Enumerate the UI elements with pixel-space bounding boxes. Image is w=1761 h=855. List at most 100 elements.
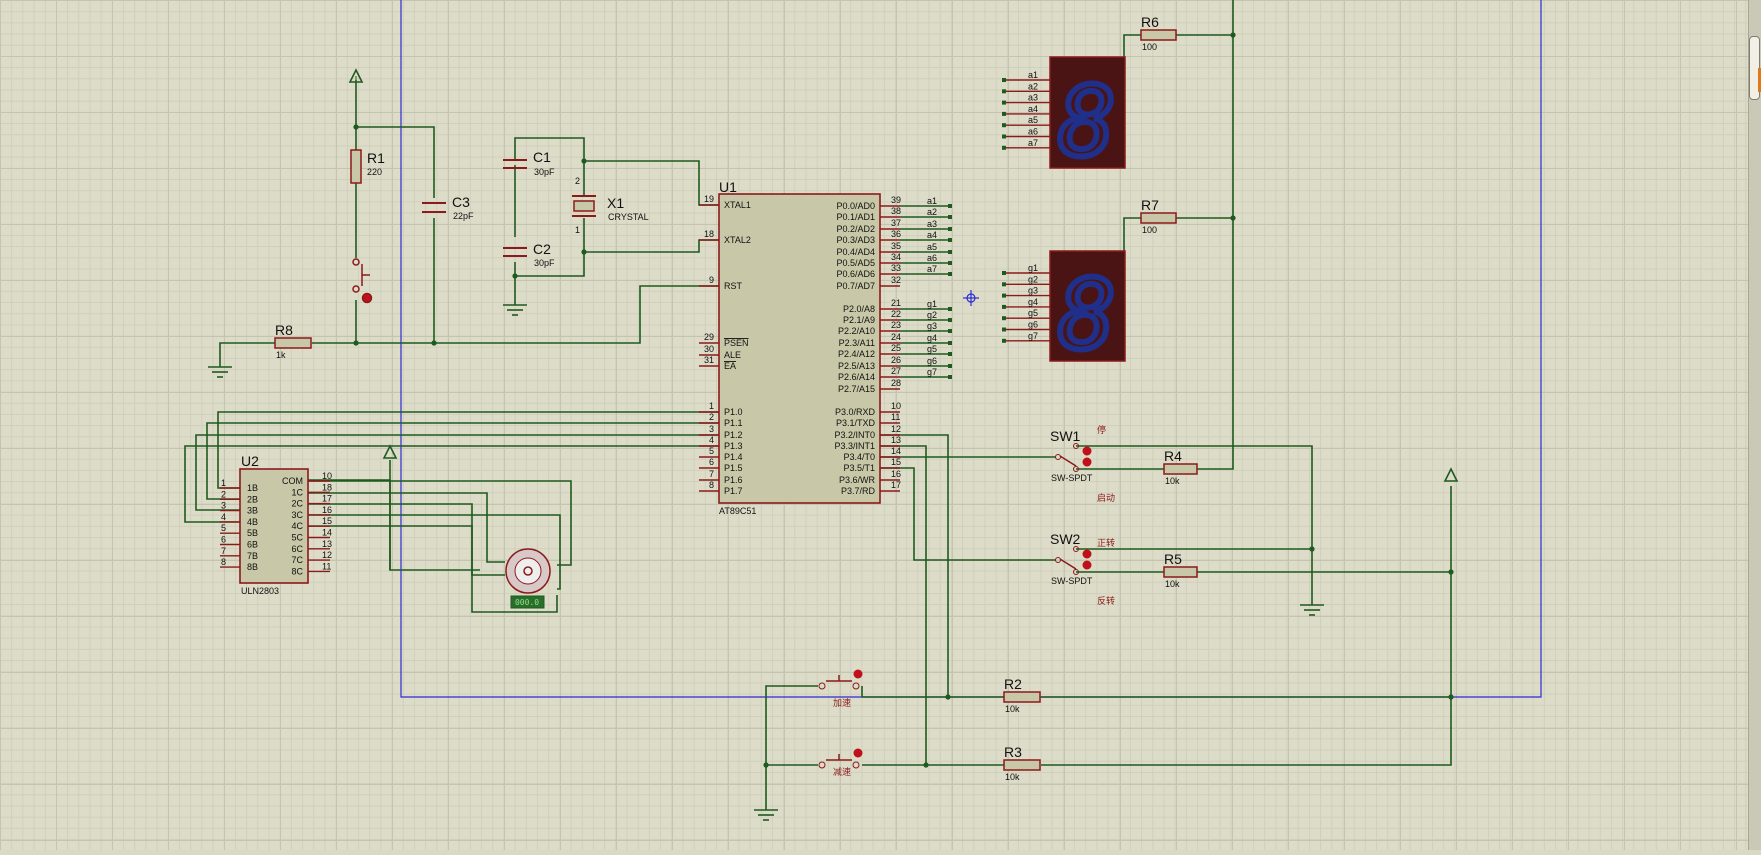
display2-pin-g3[interactable]: g3 bbox=[1002, 286, 1050, 298]
c1-value: 30pF bbox=[534, 167, 555, 177]
u2-pin-number: 7 bbox=[221, 546, 226, 556]
resistor-r3[interactable]: R3 10k bbox=[1003, 744, 1041, 782]
display2-pin-g7[interactable]: g7 bbox=[1002, 331, 1050, 343]
sw1-ref: SW1 bbox=[1050, 428, 1081, 444]
u2-pin-number: 5 bbox=[221, 523, 226, 533]
u2-pin-number: 8 bbox=[221, 557, 226, 567]
display2-pin-g5[interactable]: g5 bbox=[1002, 308, 1050, 321]
display1-pin-a6[interactable]: a6 bbox=[1002, 127, 1050, 139]
u1-pin-name: P3.6/WR bbox=[839, 475, 876, 485]
u2-pin-number: 11 bbox=[322, 561, 331, 571]
resistor-r8[interactable]: R8 1k bbox=[274, 322, 312, 360]
display2-pin-g6[interactable]: g6 bbox=[1002, 320, 1050, 332]
driver-u2[interactable]: U2 ULN2803 1 1B 2 2B 3 3B 4 4B 5 5B 6 6B 7 7B 8 8B 10 CO… bbox=[220, 453, 332, 596]
display1-pin-a4[interactable]: a4 bbox=[1002, 104, 1050, 116]
display1-pin-a7[interactable]: a7 bbox=[1002, 138, 1050, 150]
display2-pin-g1[interactable]: g1 bbox=[1002, 263, 1050, 275]
u2-pin-name: 1C bbox=[291, 487, 303, 497]
u1-pin-number: 38 bbox=[891, 206, 901, 216]
net-terminal bbox=[948, 318, 952, 322]
u1-pin-number: 31 bbox=[704, 355, 714, 365]
schematic-canvas[interactable]: R1 220 C3 22pF R8 1k C1 30pF C2 30pF 2 1… bbox=[0, 0, 1761, 850]
speed-down-label: 减速 bbox=[833, 766, 851, 777]
ground-terminal-2[interactable] bbox=[503, 304, 527, 316]
u2-pin-name: 6B bbox=[247, 540, 258, 550]
vertical-scrollbar[interactable] bbox=[1748, 0, 1761, 850]
u2-part: ULN2803 bbox=[241, 586, 279, 596]
net-terminal bbox=[948, 364, 952, 368]
u1-pin-number: 6 bbox=[709, 457, 714, 467]
display1-net-label: a3 bbox=[1028, 93, 1038, 103]
u1-pin-name: P2.0/A8 bbox=[843, 304, 875, 314]
ground-terminal-1[interactable] bbox=[208, 366, 232, 378]
u1-pin-number: 36 bbox=[891, 229, 901, 239]
u1-pin-name: P2.6/A14 bbox=[838, 372, 875, 382]
u1-pin-name: PSEN bbox=[724, 338, 749, 348]
display1-pin-a5[interactable]: a5 bbox=[1002, 115, 1050, 128]
u1-pin-number: 7 bbox=[709, 469, 714, 479]
u1-pin-number: 17 bbox=[891, 480, 901, 490]
u1-pin-name: P2.3/A11 bbox=[839, 338, 875, 348]
net-terminal bbox=[948, 375, 952, 379]
resistor-r2[interactable]: R2 10k bbox=[1003, 676, 1041, 714]
net-terminal bbox=[948, 250, 952, 254]
u1-pin-name: P1.5 bbox=[724, 463, 743, 473]
net-terminal bbox=[948, 261, 952, 265]
u1-pin-number: 1 bbox=[709, 401, 714, 411]
display2-net-label: g1 bbox=[1028, 263, 1038, 273]
resistor-r4[interactable]: R4 10k bbox=[1163, 448, 1198, 486]
power-terminal-vcc-3[interactable] bbox=[1443, 467, 1459, 482]
resistor-r5[interactable]: R5 10k bbox=[1163, 551, 1198, 589]
resistor-r6[interactable]: R6 100 bbox=[1140, 14, 1177, 52]
ground-terminal-4[interactable] bbox=[754, 809, 778, 821]
u1-pin-number: 27 bbox=[891, 366, 901, 376]
display1-net-label: a5 bbox=[1028, 115, 1038, 125]
display1-digit: 8 bbox=[1058, 66, 1116, 178]
u1-net-label: g3 bbox=[927, 321, 937, 331]
u2-pin-name: 4C bbox=[291, 521, 303, 531]
u2-pin-name: 2B bbox=[247, 494, 258, 504]
resistor-r7[interactable]: R7 100 bbox=[1140, 197, 1177, 235]
seven-seg-display-2[interactable]: 8 g1g2 g3g4g5 g6g7 bbox=[1002, 250, 1126, 374]
u2-pin-number: 6 bbox=[221, 535, 226, 545]
power-terminal-vcc-2[interactable] bbox=[382, 444, 398, 459]
display2-pin-g2[interactable]: g2 bbox=[1002, 274, 1050, 287]
x1-value: CRYSTAL bbox=[608, 212, 649, 222]
ground-terminal-3[interactable] bbox=[1300, 604, 1324, 616]
switch-sw1[interactable]: SW1 SW-SPDT 停 启动 bbox=[1050, 424, 1115, 503]
display2-net-label: g5 bbox=[1028, 308, 1038, 318]
u2-pin-name: 4B bbox=[247, 517, 258, 527]
display1-pin-a1[interactable]: a1 bbox=[1002, 70, 1050, 82]
u1-pin-name: P0.6/AD6 bbox=[836, 269, 875, 279]
u1-pin-number: 16 bbox=[891, 469, 901, 479]
u1-pin-number: 10 bbox=[891, 401, 901, 411]
capacitor-c3[interactable]: C3 22pF bbox=[422, 194, 474, 221]
u2-pin-number: 13 bbox=[322, 539, 332, 549]
u2-pin-number: 4 bbox=[221, 512, 226, 522]
display2-pin-g4[interactable]: g4 bbox=[1002, 297, 1050, 309]
power-terminal-vcc-1[interactable] bbox=[348, 68, 364, 83]
u1-pin-name: P1.4 bbox=[724, 452, 743, 462]
u1-net-label: a6 bbox=[927, 253, 937, 263]
mcu-u1[interactable]: U1 AT89C51 19XTAL118XTAL29RST29PSEN30ALE… bbox=[699, 179, 952, 516]
speed-up-label: 加速 bbox=[833, 698, 851, 708]
u1-pin-name: P1.2 bbox=[724, 430, 743, 440]
u2-pin-number: 1 bbox=[221, 478, 226, 488]
u1-pin-number: 22 bbox=[891, 309, 901, 319]
switch-sw2[interactable]: SW2 SW-SPDT 正转 反转 bbox=[1050, 531, 1115, 606]
u1-pin-number: 12 bbox=[891, 424, 901, 434]
display1-pin-a3[interactable]: a3 bbox=[1002, 93, 1050, 105]
u1-pin-number: 32 bbox=[891, 275, 901, 285]
stepper-motor[interactable]: 000.0 bbox=[505, 548, 551, 609]
button-speed-down[interactable]: 减速 bbox=[818, 748, 863, 778]
u1-pin-number: 35 bbox=[891, 241, 901, 251]
button-speed-up[interactable]: 加速 bbox=[818, 669, 863, 709]
r3-value: 10k bbox=[1005, 772, 1020, 782]
capacitor-c2[interactable]: C2 30pF bbox=[503, 241, 555, 268]
capacitor-c1[interactable]: C1 30pF bbox=[503, 149, 555, 177]
reset-button[interactable] bbox=[352, 258, 373, 304]
display1-pins: a1a2 a3a4a5 a6a7 bbox=[1002, 70, 1050, 150]
resistor-r1[interactable]: R1 220 bbox=[350, 149, 385, 184]
display1-pin-a2[interactable]: a2 bbox=[1002, 81, 1050, 94]
seven-seg-display-1[interactable]: 8 a1a2 a3a4a5 a6a7 bbox=[1002, 56, 1126, 181]
